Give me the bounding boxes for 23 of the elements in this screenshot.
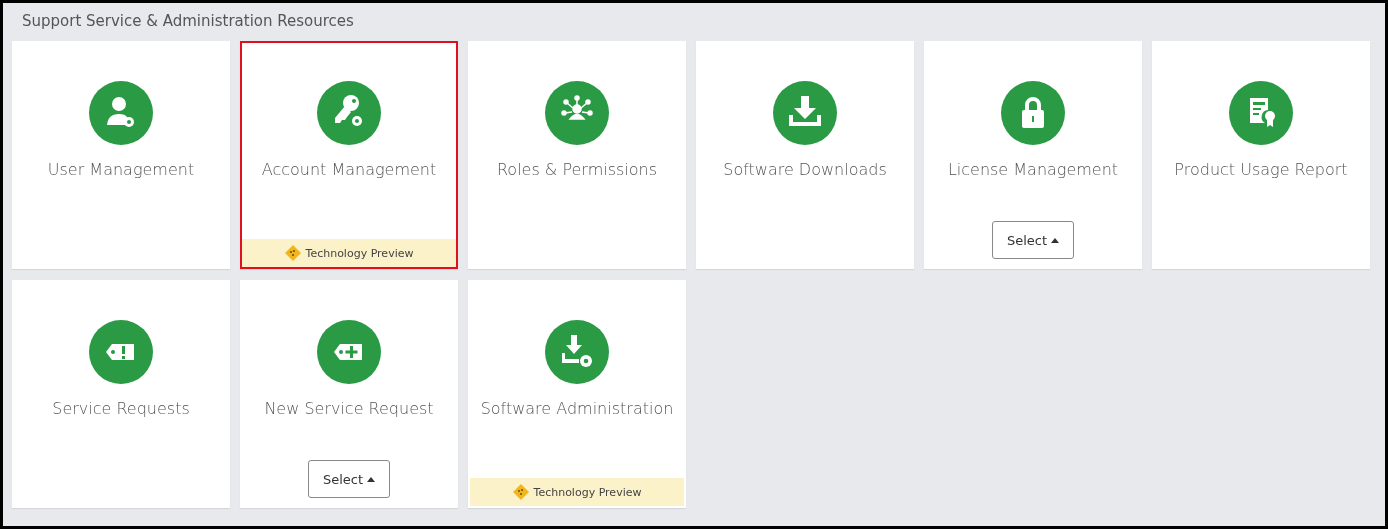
preview-label: Technology Preview (305, 246, 414, 260)
resource-tile[interactable]: Software Administration Technology Preview (468, 280, 686, 508)
section-title: Support Service & Administration Resources (21, 12, 355, 32)
tile-title: Roles & Permissions (495, 159, 659, 181)
select-dropdown-button[interactable]: Select (307, 460, 391, 498)
tile-title: License Management (946, 159, 1120, 181)
tile-title: Software Administration (479, 398, 675, 420)
tile-title: Software Downloads (722, 159, 888, 181)
select-dropdown-button[interactable]: Select (991, 221, 1075, 259)
resource-tile[interactable]: Account Management Technology Preview (240, 41, 458, 269)
resource-tile[interactable]: Service Requests (12, 280, 230, 508)
resource-tile[interactable]: Roles & Permissions (468, 41, 686, 269)
tile-title: Account Management (260, 159, 438, 181)
resource-tile[interactable]: User Management (12, 41, 230, 269)
tile-title: Product Usage Report (1173, 159, 1349, 181)
resource-tile[interactable]: License Management Select (924, 41, 1142, 269)
resource-tile[interactable]: Product Usage Report (1152, 41, 1370, 269)
tile-title: User Management (46, 159, 196, 181)
tile-title: New Service Request (263, 398, 435, 420)
preview-label: Technology Preview (533, 485, 642, 499)
resource-tile[interactable]: Software Downloads (696, 41, 914, 269)
resource-tile[interactable]: New Service Request Select (240, 280, 458, 508)
tile-title: Service Requests (51, 398, 191, 420)
